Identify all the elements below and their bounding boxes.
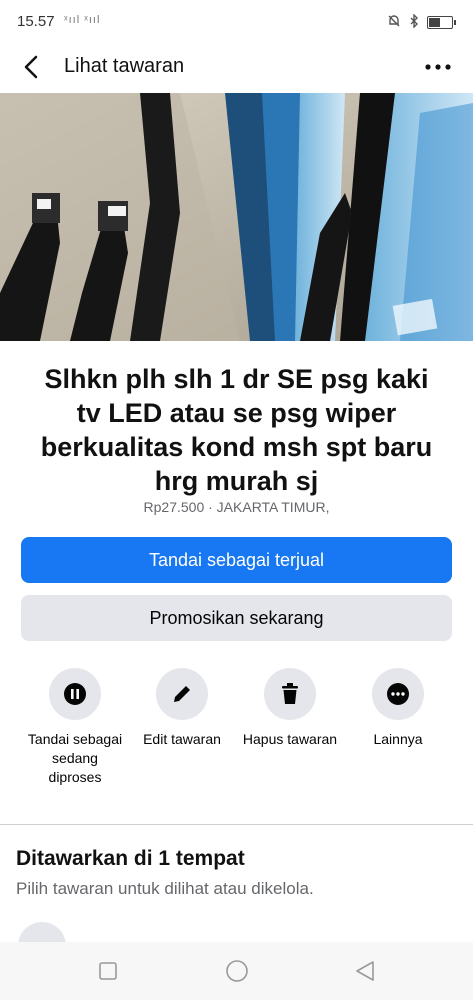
recent-apps-button[interactable] [93, 956, 123, 986]
status-icons [387, 13, 456, 31]
home-button[interactable] [222, 956, 252, 986]
delete-listing-action[interactable]: Hapus tawaran [240, 668, 340, 749]
trash-icon [282, 683, 298, 704]
listing-title: Slhkn plh slh 1 dr SE psg kaki tv LED at… [40, 364, 433, 496]
square-icon [99, 962, 117, 980]
more-icon [387, 683, 409, 705]
more-dots-icon [425, 64, 451, 70]
promote-button[interactable]: Promosikan sekarang [21, 595, 452, 641]
circle-icon [226, 960, 248, 982]
back-button[interactable] [14, 50, 48, 84]
action-row: Tandai sebagai sedang diproses Edit tawa… [0, 668, 473, 818]
listing-price-location: Rp27.500 · JAKARTA TIMUR, [143, 499, 330, 515]
status-time: 15.57 [17, 13, 55, 30]
section-title: Ditawarkan di 1 tempat [16, 847, 245, 870]
listing-photo[interactable] [0, 93, 473, 341]
photo-image [0, 93, 473, 341]
pause-icon [64, 683, 86, 705]
status-bar: 15.57 ˣııl ˣııl [0, 0, 473, 44]
mark-pending-action[interactable]: Tandai sebagai sedang diproses [25, 668, 125, 787]
action-label: Lainnya [373, 731, 423, 747]
action-label: Hapus tawaran [242, 731, 338, 747]
section-subtitle: Pilih tawaran untuk dilihat atau dikelol… [16, 879, 314, 898]
pencil-icon [174, 686, 190, 702]
top-bar: Lihat tawaran [0, 44, 473, 92]
action-label: Edit tawaran [143, 731, 221, 747]
more-action[interactable]: Lainnya [348, 668, 448, 749]
edit-listing-action[interactable]: Edit tawaran [132, 668, 232, 749]
mute-icon [387, 14, 401, 31]
mark-sold-button[interactable]: Tandai sebagai terjual [21, 537, 452, 583]
back-nav-button[interactable] [350, 956, 380, 986]
signal-icon: ˣııl ˣııl [64, 14, 101, 26]
more-options-button[interactable] [421, 50, 455, 84]
battery-icon [427, 16, 456, 29]
divider [0, 824, 473, 825]
bluetooth-icon [409, 13, 419, 31]
triangle-back-icon [356, 961, 374, 981]
system-nav-bar [0, 942, 473, 1000]
page-title: Lihat tawaran [64, 55, 185, 77]
back-arrow-icon [24, 55, 38, 79]
action-label: Tandai sebagai sedang diproses [27, 731, 123, 785]
